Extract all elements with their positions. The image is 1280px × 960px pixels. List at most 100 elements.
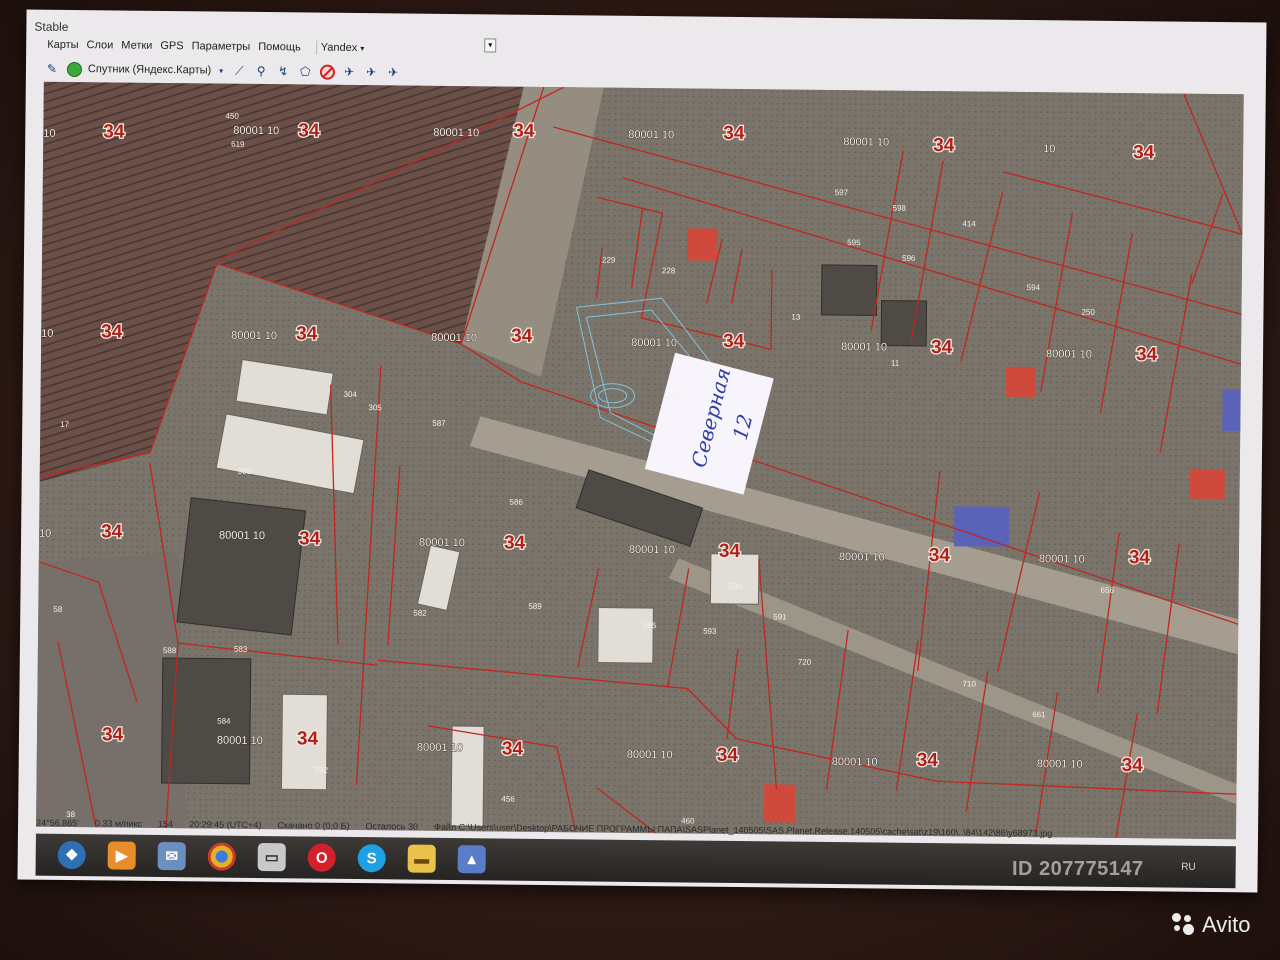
zone-label: 34 [297, 728, 319, 749]
language-indicator[interactable]: RU [1181, 861, 1196, 872]
zone-label: 34 [502, 739, 524, 760]
skype-icon[interactable]: S [357, 844, 386, 873]
status-time: 20:29:45 (UTC+4) [189, 819, 262, 831]
ruler-icon[interactable]: ⟋ [231, 63, 247, 79]
status-downloaded: Скачано 0 (0,0 Б) [277, 820, 350, 831]
zone-label: 34 [931, 337, 953, 358]
polygon-icon[interactable]: ⬠ [297, 63, 313, 79]
parcel-number-label: 80001 10 [1039, 553, 1085, 565]
parcel-number-label: 80001 10 [219, 530, 265, 542]
plot-number: 656 [1101, 586, 1115, 595]
plot-number: 589 [528, 602, 542, 611]
sas-planet-icon[interactable]: ▲ [457, 845, 486, 874]
plot-number: 593 [703, 627, 717, 636]
no-sign-icon[interactable] [319, 64, 335, 80]
plot-number: 592 [315, 766, 329, 775]
plot-number: 583 [234, 645, 248, 654]
start-button[interactable]: ❖ [57, 840, 86, 870]
plane-icon[interactable]: ✈ [363, 64, 379, 80]
plot-number: 148 [666, 391, 680, 400]
zone-label: 34 [1133, 142, 1155, 163]
map-source-label: Yandex [320, 41, 358, 54]
zone-label: 34 [1136, 344, 1158, 365]
plot-number: 598 [893, 204, 907, 213]
parcel-number-label: 80001 10 [839, 551, 885, 563]
status-zoom: 154 [158, 818, 174, 830]
zone-label: 34 [929, 545, 951, 566]
plot-number: 595 [847, 238, 861, 247]
plot-number: 591 [773, 612, 787, 621]
zone-label: 34 [299, 528, 321, 549]
plot-number: 590 [729, 582, 743, 591]
opera-icon[interactable]: O [307, 843, 336, 872]
parcel-number-label: 80001 10 [627, 749, 673, 761]
avito-watermark: Avito [1172, 912, 1251, 938]
toolbar: ✎ Спутник (Яндекс.Карты) ▾ ⟋ ⚲ ↯ ⬠ ✈ ✈ ✈ [44, 58, 401, 84]
layer-select[interactable]: Спутник (Яндекс.Карты) [88, 63, 211, 76]
zone-label: 34 [933, 135, 955, 156]
plot-number: 303 [238, 467, 252, 476]
map-source-select[interactable]: Yandex ▾ [315, 40, 369, 56]
media-player-icon[interactable]: ▶ [107, 841, 136, 870]
chrome-icon[interactable] [207, 842, 236, 871]
status-scale: 0.33 м/пикс [94, 818, 143, 829]
printed-sheet: Stable Карты Слои Метки GPS Параметры По… [17, 9, 1267, 893]
plot-number: 250 [1081, 308, 1095, 317]
plot-number: 597 [835, 188, 849, 197]
plot-number: 228 [662, 266, 676, 275]
parcel-number-label: 10 [1043, 143, 1055, 155]
parcel-number-label: 80001 10 [1037, 758, 1083, 770]
plot-number: 661 [1032, 710, 1046, 719]
zone-label: 34 [717, 745, 739, 766]
move-tool-icon[interactable]: ✎ [44, 61, 60, 77]
satellite-map[interactable]: Северная 12 10 34 80001 10 34 80001 10 3… [36, 81, 1244, 840]
zone-label: 34 [296, 323, 318, 344]
parcel-number-label: 80001 10 [217, 735, 263, 747]
route-icon[interactable]: ↯ [275, 63, 291, 79]
parcel-number-label: 80001 10 [231, 330, 277, 342]
status-coords: 24°56.865' [36, 817, 79, 829]
plot-number: 17 [60, 420, 70, 429]
zone-label: 34 [723, 123, 745, 144]
zone-label: 34 [504, 533, 526, 554]
folder-icon[interactable]: ▬ [407, 844, 436, 873]
plot-number: 456 [501, 795, 515, 804]
zone-label: 34 [1122, 755, 1144, 776]
plot-number: 619 [231, 140, 245, 149]
parcel-number-label: 80001 10 [419, 537, 465, 549]
plot-number: 229 [602, 256, 616, 265]
zone-label: 34 [719, 541, 741, 562]
pin-icon[interactable]: ⚲ [253, 63, 269, 79]
menu-help[interactable]: Помощь [257, 41, 302, 53]
window-icon[interactable]: ▭ [257, 842, 286, 872]
avito-logo-icon [1172, 913, 1196, 937]
chevron-down-icon[interactable]: ▾ [217, 63, 225, 79]
parcel-number-label: 80001 10 [433, 127, 479, 139]
menu-gps[interactable]: GPS [159, 40, 184, 52]
menu-marks[interactable]: Метки [120, 40, 153, 52]
parcel-number-label: 10 [41, 328, 53, 340]
parcel-number-label: 10 [43, 128, 55, 140]
parcel-number-label: 80001 10 [417, 742, 463, 754]
zone-label: 34 [1129, 547, 1151, 568]
satellite-layer-icon[interactable] [66, 61, 82, 77]
menu-settings[interactable]: Параметры [191, 40, 252, 53]
menu-bar: Карты Слои Метки GPS Параметры Помощь Ya… [46, 36, 369, 57]
plot-number: 58 [53, 605, 63, 614]
plane-icon[interactable]: ✈ [341, 64, 357, 80]
menu-layers[interactable]: Слои [86, 39, 115, 51]
plot-number: 582 [413, 609, 427, 618]
parcel-number-label: 80001 10 [628, 129, 674, 141]
plot-number: 586 [509, 498, 523, 507]
plot-number: 596 [902, 254, 916, 263]
parcel-number-label: 80001 10 [431, 332, 477, 344]
menu-maps[interactable]: Карты [46, 39, 79, 51]
plot-number: 585 [643, 621, 657, 630]
parcel-number-label: 80001 10 [843, 136, 889, 148]
mail-icon[interactable]: ✉ [157, 841, 186, 871]
zone-label: 34 [298, 120, 320, 141]
plane-icon[interactable]: ✈ [385, 64, 401, 80]
toolbar-dropdown-button[interactable]: ▾ [484, 38, 497, 53]
zone-label: 34 [723, 331, 745, 352]
avito-brand-label: Avito [1202, 912, 1251, 937]
